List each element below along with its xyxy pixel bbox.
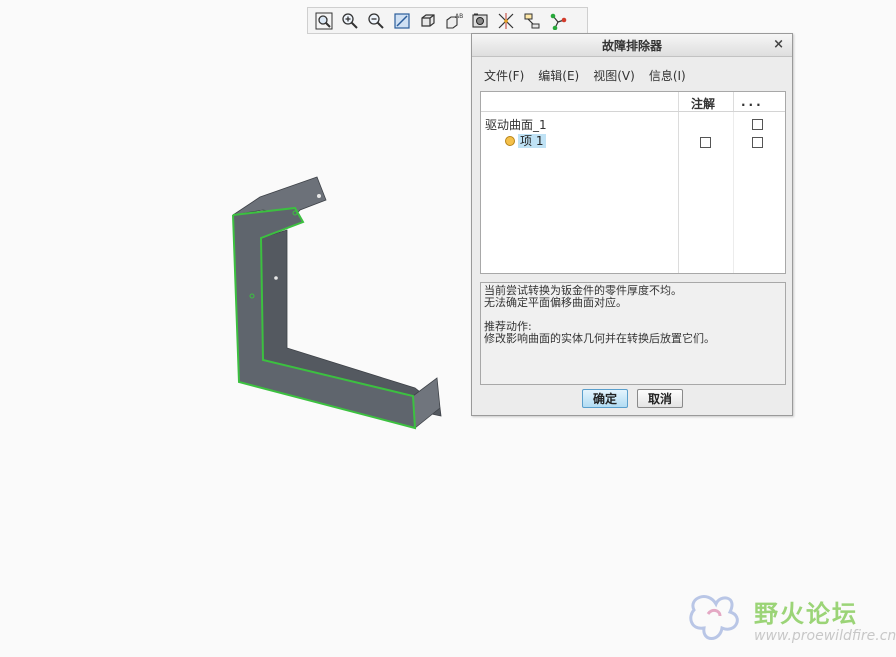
zoom-fit-button[interactable] [311,9,336,32]
display-style-button[interactable] [415,9,440,32]
menu-view[interactable]: 视图(V) [587,67,643,84]
view-manager-icon [471,13,488,28]
saved-views-icon: AB [445,13,463,29]
datum-display-icon [498,12,513,29]
column-divider [733,112,734,273]
spin-center-button[interactable] [545,9,570,32]
zoom-out-icon [367,12,384,29]
datum-display-button[interactable] [493,9,518,32]
sheet-metal-model[interactable] [225,170,450,435]
more-checkbox[interactable] [752,119,763,130]
view-manager-button[interactable] [467,9,492,32]
column-divider [678,112,679,273]
ok-button[interactable]: 确定 [582,389,628,408]
column-header-note[interactable]: 注解 [691,95,715,112]
watermark-title: 野火论坛 [754,600,858,628]
repaint-button[interactable] [389,9,414,32]
menu-file[interactable]: 文件(F) [478,67,532,84]
annotation-display-icon [524,13,539,28]
watermark-logo-icon [689,595,739,640]
tree-item-1-label: 项 1 [518,133,547,148]
troubleshooter-dialog: 故障排除器 × 文件(F) 编辑(E) 视图(V) 信息(I) 注解 ... 驱… [471,33,793,416]
tree-item-drive-surface[interactable]: 驱动曲面_1 [485,116,547,133]
menu-info[interactable]: 信息(I) [643,67,694,84]
repaint-icon [393,12,410,29]
zoom-in-icon [341,12,358,29]
cancel-button[interactable]: 取消 [637,389,683,408]
message-line: 修改影响曲面的实体几何并在转换后放置它们。 [484,332,715,345]
zoom-out-button[interactable] [363,9,388,32]
dialog-title-bar[interactable]: 故障排除器 × [472,34,792,57]
close-icon[interactable]: × [773,37,784,52]
note-checkbox[interactable] [700,137,711,148]
model-marker [274,276,278,280]
message-line: 无法确定平面偏移曲面对应。 [484,296,627,309]
menu-edit[interactable]: 编辑(E) [532,67,587,84]
saved-views-button[interactable]: AB [441,9,466,32]
model-right-flange [412,377,441,429]
message-panel: 当前尝试转换为钣金件的零件厚度不均。 无法确定平面偏移曲面对应。 推荐动作: 修… [480,282,786,385]
annotation-display-button[interactable] [519,9,544,32]
column-divider [678,92,679,111]
display-style-icon [420,13,435,27]
warning-dot-icon [505,135,515,146]
zoom-fit-icon [315,12,332,29]
dialog-title: 故障排除器 [601,38,662,53]
column-header-more[interactable]: ... [741,95,764,109]
column-divider [733,92,734,111]
model-marker [317,194,321,198]
tree-header: 注解 ... [481,92,785,112]
more-checkbox[interactable] [752,137,763,148]
svg-text:AB: AB [455,13,463,20]
spin-center-icon [550,13,566,30]
forum-watermark: 野火论坛 www.proewildfire.cn [686,590,896,650]
watermark-url: www.proewildfire.cn [754,628,896,644]
tree-item-1[interactable]: 项 1 [505,133,547,148]
view-toolbar: AB [307,7,588,34]
dialog-menubar: 文件(F) 编辑(E) 视图(V) 信息(I) [478,62,790,89]
issue-tree[interactable]: 注解 ... 驱动曲面_1 项 1 [480,91,786,274]
zoom-in-button[interactable] [337,9,362,32]
